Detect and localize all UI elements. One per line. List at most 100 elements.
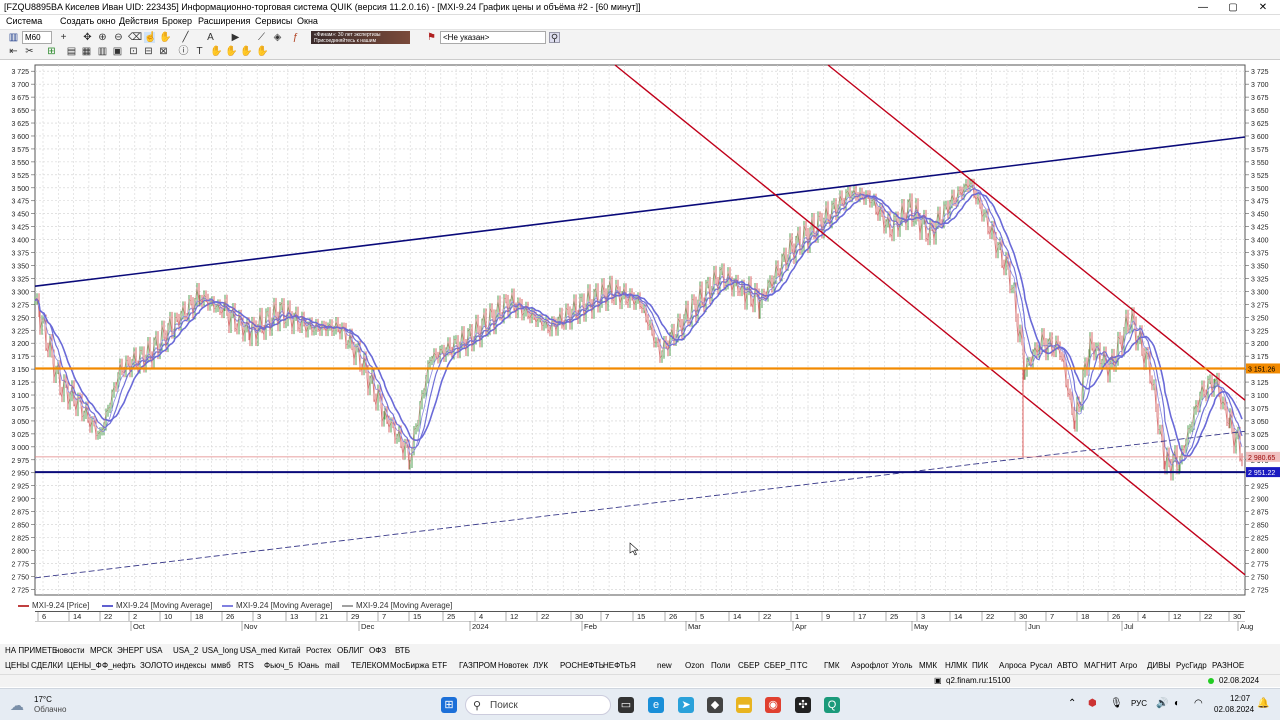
tab-34[interactable]: Русал	[1030, 661, 1052, 670]
edge-icon[interactable]: e	[648, 697, 664, 713]
tab-23[interactable]: Поли	[711, 661, 730, 670]
tab-18[interactable]: РОСНЕФТЬ	[560, 661, 604, 670]
clock-date[interactable]: 02.08.2024	[1214, 705, 1254, 714]
grab-disabled-icon[interactable]: ✋	[240, 46, 252, 57]
menu-system[interactable]: Система	[6, 16, 42, 26]
minimize-button[interactable]: —	[1188, 0, 1218, 15]
tab-7[interactable]: ммвб	[211, 661, 231, 670]
tab-31[interactable]: НЛМК	[945, 661, 967, 670]
tab-oblig[interactable]: ОБЛИГ	[337, 646, 364, 655]
arrow-tool-icon[interactable]: ▶	[230, 32, 241, 43]
tab-vtb[interactable]: ВТБ	[395, 646, 410, 655]
tab-21[interactable]: new	[657, 661, 672, 670]
speaker-icon[interactable]: 🔊	[1156, 698, 1168, 709]
notifications-icon[interactable]: 🔔	[1257, 698, 1269, 709]
menu-windows[interactable]: Окна	[297, 16, 318, 26]
weather-desc[interactable]: Облачно	[34, 705, 66, 714]
clock-time[interactable]: 12:07	[1230, 694, 1250, 703]
tab-33[interactable]: Алроса	[999, 661, 1026, 670]
tab-40[interactable]: РАЗНОЕ	[1212, 661, 1244, 670]
text-icon[interactable]: T	[194, 46, 205, 57]
explorer-icon[interactable]: ▬	[736, 697, 752, 713]
hand-icon[interactable]: ✋	[159, 32, 171, 43]
start-icon[interactable]: ⊞	[441, 697, 457, 713]
eraser-icon[interactable]: ⌫	[128, 32, 142, 43]
microphone-icon[interactable]: 🎙	[1110, 698, 1123, 709]
tab-8[interactable]: RTS	[238, 661, 254, 670]
hand-disabled-icon[interactable]: ✋	[210, 46, 222, 57]
tray-app-icon[interactable]: ⬢	[1088, 698, 1097, 709]
close-button[interactable]: ✕	[1248, 0, 1278, 15]
tray-chevron-icon[interactable]: ⌃	[1068, 698, 1076, 709]
volume-icon[interactable]: ◐	[1174, 698, 1180, 709]
tab-9[interactable]: Фьюч_5	[264, 661, 293, 670]
menu-actions[interactable]: Действия	[119, 16, 158, 26]
image-icon[interactable]: ▣	[112, 46, 123, 57]
zoom-out-icon[interactable]: ⊖	[113, 32, 124, 43]
tab-usa-2[interactable]: USA_2	[173, 646, 198, 655]
tab-3[interactable]: ЦЕНЫ_Ф	[67, 661, 102, 670]
tab-30[interactable]: ММК	[919, 661, 937, 670]
table-icon[interactable]: ▤	[66, 46, 77, 57]
tab-19[interactable]: НЕФТЬ	[603, 661, 630, 670]
tab-usa-long[interactable]: USA_long	[202, 646, 238, 655]
tab-10[interactable]: Юань	[298, 661, 319, 670]
tab-11[interactable]: mail	[325, 661, 340, 670]
script-icon[interactable]: ƒ	[290, 32, 301, 43]
crosshair-icon[interactable]: ⊕	[97, 32, 108, 43]
account-search-icon[interactable]: ⚲	[549, 32, 560, 44]
tab-16[interactable]: Новотек	[498, 661, 528, 670]
tab-mrsk[interactable]: МРСК	[90, 646, 112, 655]
tab-27[interactable]: ГМК	[824, 661, 839, 670]
tab-rostekh[interactable]: Ростех	[306, 646, 331, 655]
tab-ofz[interactable]: ОФЗ	[369, 646, 386, 655]
tab-25[interactable]: СБЕР_П	[764, 661, 796, 670]
layers-icon[interactable]: ◈	[272, 32, 283, 43]
chatgpt-icon[interactable]: ✣	[795, 697, 811, 713]
tab-36[interactable]: МАГНИТ	[1084, 661, 1117, 670]
menu-services[interactable]: Сервисы	[255, 16, 292, 26]
line-tool-icon[interactable]: ╱	[180, 32, 191, 43]
price-chart[interactable]: 3 725 3 725 3 700 3 700 3 675 3 675 3 650 3 650…	[0, 60, 1280, 600]
tab-35[interactable]: АВТО	[1057, 661, 1078, 670]
tab-2[interactable]: СДЕЛКИ	[31, 661, 63, 670]
tab-37[interactable]: Агро	[1120, 661, 1137, 670]
tab-17[interactable]: ЛУК	[533, 661, 548, 670]
arrow-left-icon[interactable]: ⇤	[8, 46, 19, 57]
menu-broker[interactable]: Брокер	[162, 16, 192, 26]
account-select[interactable]: <Не указан>	[440, 31, 546, 44]
tab-usa-med[interactable]: USA_med	[240, 646, 276, 655]
tab-12[interactable]: ТЕЛЕКОМ	[351, 661, 389, 670]
columns-icon[interactable]: ▥	[97, 46, 108, 57]
chart-icon[interactable]: ▥	[8, 32, 19, 43]
add-chart-icon[interactable]: ⊞	[46, 46, 57, 57]
plus-icon[interactable]: +	[58, 32, 69, 43]
tab-13[interactable]: МосБиржа	[390, 661, 429, 670]
tab-1[interactable]: ЦЕНЫ	[5, 661, 29, 670]
tab-14[interactable]: ETF	[432, 661, 447, 670]
zoom-icon[interactable]: ⊡	[128, 46, 139, 57]
tab-novosti[interactable]: новости	[55, 646, 85, 655]
pan-disabled-icon[interactable]: ✋	[225, 46, 237, 57]
tab-24[interactable]: СБЕР	[738, 661, 760, 670]
menu-extensions[interactable]: Расширения	[198, 16, 250, 26]
tab-energ[interactable]: ЭНЕРГ	[117, 646, 144, 655]
tab-usa[interactable]: USA	[146, 646, 162, 655]
language-indicator[interactable]: РУС	[1131, 699, 1147, 708]
tab-29[interactable]: Уголь	[892, 661, 913, 670]
info-icon[interactable]: ⓘ	[178, 46, 189, 57]
tab-6[interactable]: индексы	[175, 661, 206, 670]
tab-4[interactable]: Ф_нефть	[102, 661, 136, 670]
maximize-button[interactable]: ▢	[1218, 0, 1248, 15]
tab-15[interactable]: ГАЗПРОМ	[459, 661, 497, 670]
app-icon[interactable]: ◆	[707, 697, 723, 713]
interval-select[interactable]: M60	[22, 31, 52, 44]
export-icon[interactable]: ⊠	[158, 46, 169, 57]
chrome-icon[interactable]: ◉	[765, 697, 781, 713]
tab-26[interactable]: ТС	[797, 661, 808, 670]
tab-39[interactable]: РусГидр	[1176, 661, 1207, 670]
tab-38[interactable]: ДИВЫ	[1147, 661, 1171, 670]
cut-icon[interactable]: ✂	[24, 46, 35, 57]
grid-icon[interactable]: ▦	[81, 46, 92, 57]
telegram-icon[interactable]: ➤	[678, 697, 694, 713]
